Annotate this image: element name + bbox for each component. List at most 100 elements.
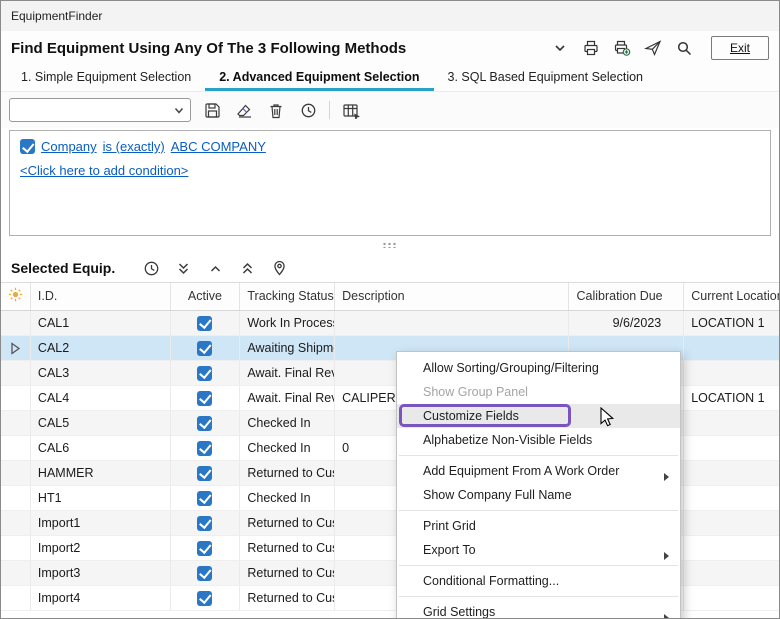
cell-current-location[interactable] — [684, 336, 779, 360]
move-top-icon[interactable] — [237, 258, 257, 278]
send-icon[interactable] — [643, 38, 663, 58]
column-header[interactable]: Tracking Status — [240, 283, 335, 310]
menu-item-grid-settings[interactable]: Grid Settings — [397, 600, 680, 619]
cell-tracking-status[interactable]: Returned to Custo — [240, 511, 335, 535]
condition-field-link[interactable]: Company — [41, 139, 97, 154]
cell-current-location[interactable] — [684, 461, 779, 485]
cell-id[interactable]: CAL5 — [31, 411, 171, 435]
cell-tracking-status[interactable]: Returned to Custo — [240, 536, 335, 560]
tab-1[interactable]: 1. Simple Equipment Selection — [7, 65, 205, 91]
cell-current-location[interactable] — [684, 511, 779, 535]
print-options-icon[interactable] — [612, 38, 632, 58]
cell-tracking-status[interactable]: Checked In — [240, 486, 335, 510]
cell-current-location[interactable] — [684, 361, 779, 385]
menu-item-export-to[interactable]: Export To — [397, 538, 680, 562]
menu-item-allow-sorting-grouping-filtering[interactable]: Allow Sorting/Grouping/Filtering — [397, 356, 680, 380]
cell-tracking-status[interactable]: Checked In — [240, 436, 335, 460]
condition-checkbox[interactable] — [20, 139, 35, 154]
cell-id[interactable]: HT1 — [31, 486, 171, 510]
delete-icon[interactable] — [265, 99, 287, 121]
cell-current-location[interactable] — [684, 486, 779, 510]
cell-current-location[interactable] — [684, 561, 779, 585]
move-bottom-icon[interactable] — [173, 258, 193, 278]
active-checkbox[interactable] — [197, 516, 212, 531]
active-checkbox[interactable] — [197, 491, 212, 506]
condition-operator-link[interactable]: is (exactly) — [103, 139, 165, 154]
move-up-icon[interactable] — [205, 258, 225, 278]
active-checkbox[interactable] — [197, 541, 212, 556]
menu-item-customize-fields[interactable]: Customize Fields — [397, 404, 680, 428]
menu-item-conditional-formatting[interactable]: Conditional Formatting... — [397, 569, 680, 593]
cell-id[interactable]: CAL1 — [31, 311, 171, 335]
cell-current-location[interactable]: LOCATION 1 — [684, 386, 779, 410]
cell-tracking-status[interactable]: Awaiting Shipmen — [240, 336, 335, 360]
menu-item-show-company-full-name[interactable]: Show Company Full Name — [397, 483, 680, 507]
cell-id[interactable]: CAL3 — [31, 361, 171, 385]
cell-current-location[interactable] — [684, 436, 779, 460]
cell-id[interactable]: CAL2 — [31, 336, 171, 360]
chevron-down-icon[interactable] — [550, 38, 570, 58]
cell-tracking-status[interactable]: Returned to Custo — [240, 461, 335, 485]
cell-tracking-status[interactable]: Returned to Custo — [240, 561, 335, 585]
column-header[interactable]: Active — [171, 283, 241, 310]
column-header[interactable]: I.D. — [31, 283, 171, 310]
column-header[interactable]: Current Location — [684, 283, 779, 310]
cell-id[interactable]: CAL6 — [31, 436, 171, 460]
cell-current-location[interactable] — [684, 586, 779, 610]
cell-active — [171, 336, 241, 360]
cell-tracking-status[interactable]: Await. Final Reviev — [240, 361, 335, 385]
exit-button[interactable]: Exit — [711, 36, 769, 60]
active-checkbox[interactable] — [197, 341, 212, 356]
cell-id[interactable]: CAL4 — [31, 386, 171, 410]
tab-2[interactable]: 2. Advanced Equipment Selection — [205, 65, 433, 91]
cell-description[interactable] — [335, 311, 569, 335]
cell-id[interactable]: Import4 — [31, 586, 171, 610]
row-indicator — [1, 561, 31, 585]
cell-tracking-status[interactable]: Checked In — [240, 411, 335, 435]
cell-current-location[interactable] — [684, 411, 779, 435]
menu-item-alphabetize-non-visible-fields[interactable]: Alphabetize Non-Visible Fields — [397, 428, 680, 452]
active-checkbox[interactable] — [197, 466, 212, 481]
menu-item-add-equipment-from-a-work-order[interactable]: Add Equipment From A Work Order — [397, 459, 680, 483]
column-header[interactable]: Description — [335, 283, 569, 310]
cell-id[interactable]: Import3 — [31, 561, 171, 585]
column-header[interactable]: Calibration Due — [569, 283, 684, 310]
grid-customize-corner[interactable] — [1, 283, 31, 310]
cell-calibration-due[interactable]: 9/6/2023 — [569, 311, 684, 335]
active-checkbox[interactable] — [197, 316, 212, 331]
cell-id[interactable]: Import1 — [31, 511, 171, 535]
active-checkbox[interactable] — [197, 366, 212, 381]
history-icon[interactable] — [297, 99, 319, 121]
active-checkbox[interactable] — [197, 566, 212, 581]
table-row[interactable]: CAL1 Work In Process 9/6/2023LOCATION 1 — [1, 311, 779, 336]
print-icon[interactable] — [581, 38, 601, 58]
condition-value-link[interactable]: ABC COMPANY — [171, 139, 266, 154]
current-row-indicator-icon — [1, 336, 31, 360]
active-checkbox[interactable] — [197, 391, 212, 406]
row-indicator — [1, 586, 31, 610]
cell-current-location[interactable] — [684, 536, 779, 560]
saved-filter-combobox[interactable] — [9, 98, 191, 122]
menu-item-label: Show Group Panel — [423, 385, 528, 399]
history-icon[interactable] — [141, 258, 161, 278]
eraser-icon[interactable] — [233, 99, 255, 121]
cell-tracking-status[interactable]: Await. Final Reviev — [240, 386, 335, 410]
active-checkbox[interactable] — [197, 416, 212, 431]
cell-tracking-status[interactable]: Work In Process — [240, 311, 335, 335]
selected-equipment-toolbar: Selected Equip. — [1, 254, 779, 282]
cell-id[interactable]: Import2 — [31, 536, 171, 560]
add-condition-link[interactable]: <Click here to add condition> — [20, 163, 188, 178]
active-checkbox[interactable] — [197, 591, 212, 606]
tab-3[interactable]: 3. SQL Based Equipment Selection — [434, 65, 658, 91]
grid-options-icon[interactable] — [340, 99, 362, 121]
save-icon[interactable] — [201, 99, 223, 121]
menu-separator — [399, 596, 678, 597]
menu-item-print-grid[interactable]: Print Grid — [397, 514, 680, 538]
cell-tracking-status[interactable]: Returned to Custo — [240, 586, 335, 610]
location-icon[interactable] — [269, 258, 289, 278]
search-icon[interactable] — [674, 38, 694, 58]
active-checkbox[interactable] — [197, 441, 212, 456]
splitter-handle[interactable] — [1, 236, 779, 254]
cell-id[interactable]: HAMMER — [31, 461, 171, 485]
cell-current-location[interactable]: LOCATION 1 — [684, 311, 779, 335]
